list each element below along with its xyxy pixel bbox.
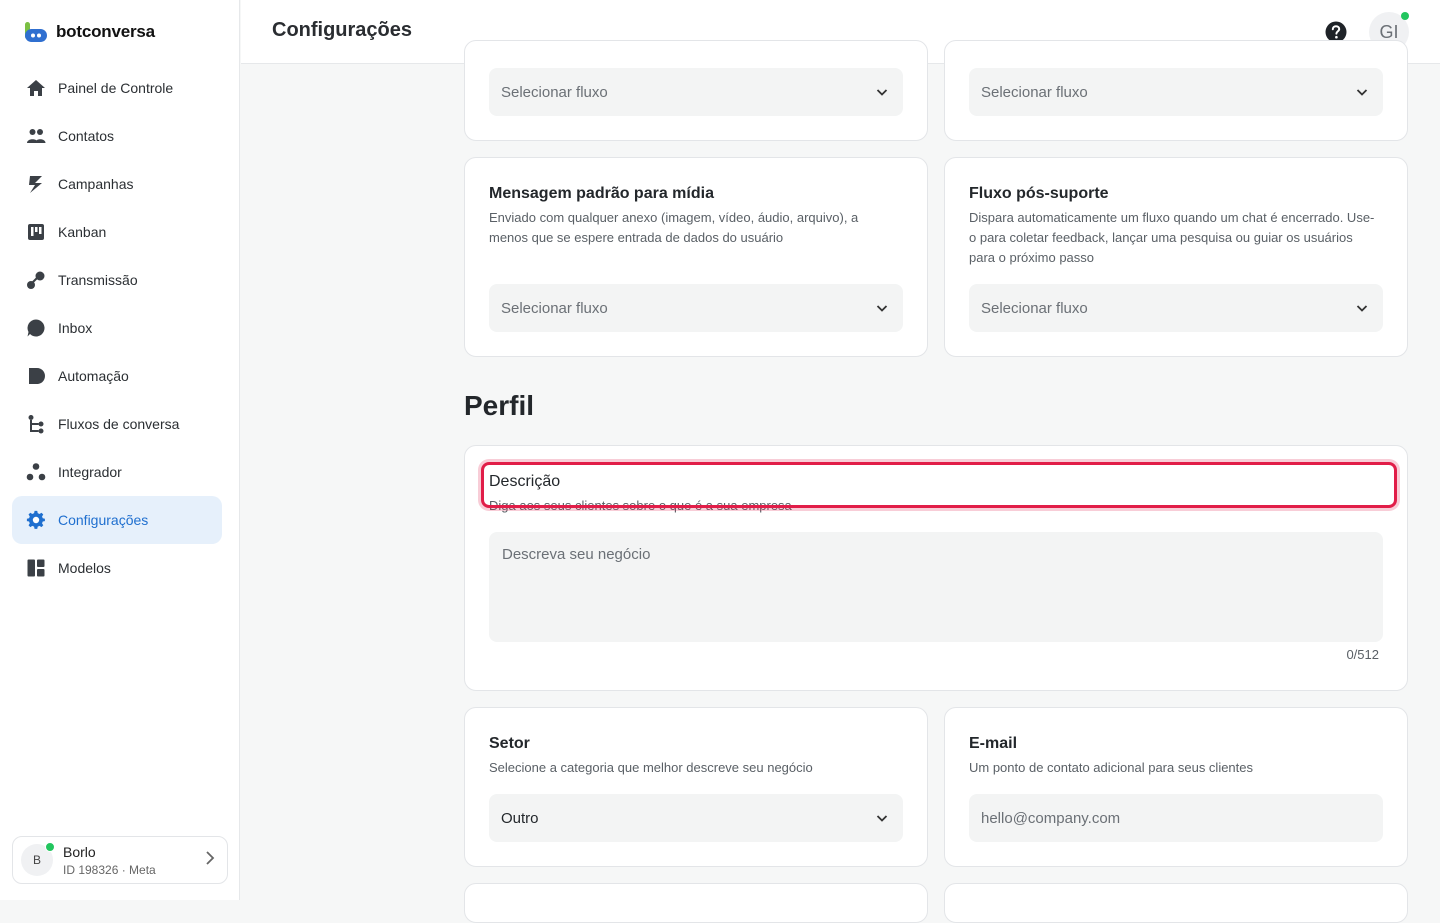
sidebar-item-modelos[interactable]: Modelos [12, 544, 222, 592]
email-card: E-mail Um ponto de contato adicional par… [944, 707, 1408, 867]
next-card-left [464, 883, 928, 923]
profile-section-title: Perfil [464, 390, 535, 421]
sidebar-item-label: Campanhas [58, 176, 134, 192]
automation-icon [24, 364, 48, 388]
sector-select[interactable]: Outro [489, 794, 903, 842]
card-title: Fluxo pós-suporte [969, 185, 1109, 202]
sidebar-item-fluxos[interactable]: Fluxos de conversa [12, 400, 222, 448]
sector-card: Setor Selecione a categoria que melhor d… [464, 707, 928, 867]
select-value: Selecionar fluxo [981, 83, 1088, 101]
page-title: Configurações [272, 19, 413, 41]
chevron-down-icon [1356, 89, 1368, 96]
chat-bubble-icon [24, 316, 48, 340]
select-value: Selecionar fluxo [501, 299, 608, 317]
flow-card-top-right: Selecionar fluxo [944, 40, 1408, 141]
sidebar-item-label: Automação [58, 368, 129, 384]
sidebar-item-label: Inbox [58, 320, 93, 336]
flow-select[interactable]: Selecionar fluxo [489, 68, 903, 116]
sidebar-item-label: Painel de Controle [58, 80, 174, 96]
account-switcher[interactable]: B Borlo ID 198326 · Meta [12, 836, 228, 884]
botconversa-logo-icon [24, 20, 48, 44]
flow-icon [24, 412, 48, 436]
online-status-dot [1401, 12, 1409, 20]
sidebar-item-automacao[interactable]: Automação [12, 352, 222, 400]
sidebar-item-inbox[interactable]: Inbox [12, 304, 222, 352]
sidebar-item-transmissao[interactable]: Transmissão [12, 256, 222, 304]
campaign-icon [24, 172, 48, 196]
card-description: Diga aos seus clientes sobre o que é a s… [489, 498, 792, 513]
integrator-icon [24, 460, 48, 484]
account-meta: ID 198326 · Meta [63, 862, 156, 877]
sidebar-item-label: Fluxos de conversa [58, 416, 180, 432]
sidebar-item-label: Modelos [58, 560, 111, 576]
sidebar-item-campanhas[interactable]: Campanhas [12, 160, 222, 208]
account-initial: B [32, 853, 41, 867]
kanban-icon [24, 220, 48, 244]
card-description: Dispara automaticamente um fluxo quando … [969, 210, 1375, 265]
home-icon [24, 76, 48, 100]
sidebar-item-painel[interactable]: Painel de Controle [12, 64, 222, 112]
sidebar-item-configuracoes[interactable]: Configurações [12, 496, 222, 544]
card-title: Mensagem padrão para mídia [489, 185, 714, 202]
post-support-flow-card: Fluxo pós-suporte Dispara automaticament… [944, 157, 1408, 357]
card-title: Descrição [489, 473, 561, 490]
sidebar-item-contatos[interactable]: Contatos [12, 112, 222, 160]
card-title: E-mail [969, 735, 1018, 752]
gear-icon [24, 508, 48, 532]
sidebar: botconversa Painel de Controle Contatos … [0, 0, 240, 900]
card-description: Enviado com qualquer anexo (imagem, víde… [489, 210, 859, 245]
media-flow-select[interactable]: Selecionar fluxo [489, 284, 903, 332]
select-value: Outro [501, 809, 539, 827]
account-name: Borlo [63, 843, 96, 860]
sidebar-item-label: Integrador [58, 464, 122, 480]
users-icon [24, 124, 48, 148]
chevron-down-icon [876, 89, 888, 96]
account-avatar: B [21, 842, 55, 876]
sidebar-item-label: Transmissão [58, 272, 138, 288]
sidebar-item-kanban[interactable]: Kanban [12, 208, 222, 256]
card-title: Setor [489, 735, 530, 752]
select-value: Selecionar fluxo [981, 299, 1088, 317]
broadcast-icon [24, 268, 48, 292]
flow-card-top-left: Selecionar fluxo [464, 40, 928, 141]
media-default-message-card: Mensagem padrão para mídia Enviado com q… [464, 157, 928, 357]
chevron-down-icon [1356, 305, 1368, 312]
online-status-dot [45, 842, 55, 852]
card-description: Um ponto de contato adicional para seus … [969, 760, 1254, 775]
flow-select[interactable]: Selecionar fluxo [969, 68, 1383, 116]
business-description-textarea[interactable]: Descreva seu negócio [489, 532, 1383, 642]
description-card: Descrição Diga aos seus clientes sobre o… [464, 445, 1408, 691]
chevron-down-icon [876, 815, 888, 822]
brand[interactable]: botconversa [24, 20, 155, 44]
chevron-down-icon [876, 305, 888, 312]
sidebar-item-integrador[interactable]: Integrador [12, 448, 222, 496]
email-field[interactable]: hello@company.com [969, 794, 1383, 842]
card-description: Selecione a categoria que melhor descrev… [489, 760, 813, 775]
account-info: Borlo ID 198326 · Meta [63, 844, 156, 877]
sidebar-item-label: Configurações [58, 512, 149, 528]
post-support-flow-select[interactable]: Selecionar fluxo [969, 284, 1383, 332]
brand-name: botconversa [56, 22, 155, 41]
templates-icon [24, 556, 48, 580]
chevron-right-icon [205, 850, 215, 870]
sidebar-item-label: Contatos [58, 128, 115, 144]
character-counter: 0/512 [1346, 647, 1379, 662]
sidebar-nav: Painel de Controle Contatos Campanhas Ka… [12, 64, 222, 592]
select-value: Selecionar fluxo [501, 83, 608, 101]
sidebar-item-label: Kanban [58, 224, 107, 240]
next-card-right [944, 883, 1408, 923]
